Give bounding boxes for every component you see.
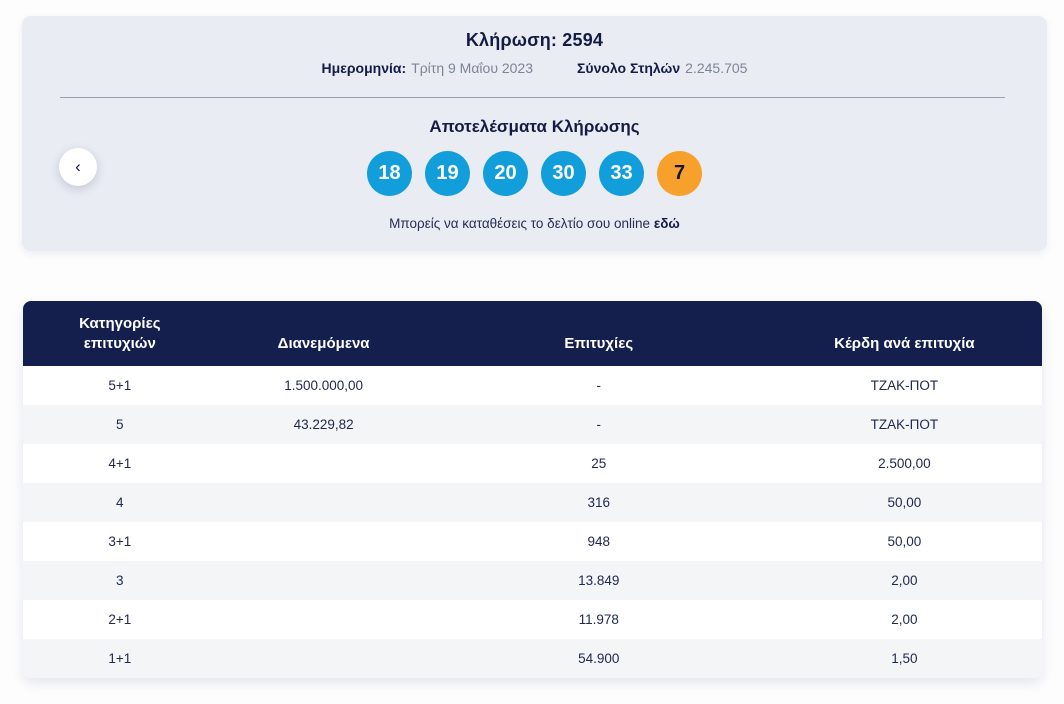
draw-summary-banner: Κλήρωση: 2594 Ημερομηνία: Τρίτη 9 Μαΐου … — [22, 16, 1047, 251]
cell-category: 3 — [116, 573, 124, 588]
total-columns-label: Σύνολο Στηλών — [577, 60, 681, 76]
cell-winners: 948 — [587, 534, 610, 549]
column-header-prize: Κέρδη ανά επιτυχία — [834, 334, 975, 352]
draw-date: Ημερομηνία: Τρίτη 9 Μαΐου 2023 — [322, 60, 533, 76]
column-header-categories: Κατηγορίες επιτυχιών — [79, 314, 161, 352]
number-ball: 30 — [541, 151, 586, 196]
cell-category: 5 — [116, 417, 124, 432]
cell-winners: 11.978 — [578, 612, 619, 627]
column-header-winners: Επιτυχίες — [564, 334, 634, 352]
cell-winners: 316 — [587, 495, 610, 510]
online-submit-note: Μπορείς να καταθέσεις το δελτίο σου onli… — [22, 216, 1047, 231]
cell-prize: 2.500,00 — [878, 456, 931, 471]
table-header-row: Κατηγορίες επιτυχιών Διανεμόμενα Επιτυχί… — [23, 301, 1042, 366]
table-row: 5+1 1.500.000,00 - ΤΖΑΚ-ΠΟΤ — [23, 366, 1042, 405]
table-row: 1+1 54.900 1,50 — [23, 639, 1042, 678]
table-body: 5+1 1.500.000,00 - ΤΖΑΚ-ΠΟΤ 5 43.229,82 … — [23, 366, 1042, 678]
cell-prize: ΤΖΑΚ-ΠΟΤ — [870, 417, 939, 432]
table-row: 2+1 11.978 2,00 — [23, 600, 1042, 639]
table-row: 3+1 948 50,00 — [23, 522, 1042, 561]
cell-category: 4+1 — [108, 456, 132, 471]
cell-category: 1+1 — [108, 651, 132, 666]
previous-draw-button[interactable]: ‹ — [59, 148, 97, 186]
number-ball: 19 — [425, 151, 470, 196]
table-row: 3 13.849 2,00 — [23, 561, 1042, 600]
online-submit-text: Μπορείς να καταθέσεις το δελτίο σου onli… — [389, 216, 651, 231]
number-ball: 33 — [599, 151, 644, 196]
winning-numbers: 18 19 20 30 33 7 — [22, 151, 1047, 196]
draw-date-label: Ημερομηνία: — [321, 60, 407, 76]
column-header-distributed: Διανεμόμενα — [277, 334, 370, 352]
cell-distributed: 1.500.000,00 — [284, 378, 364, 393]
cell-prize: ΤΖΑΚ-ΠΟΤ — [870, 378, 939, 393]
total-columns-value: 2.245.705 — [685, 60, 748, 76]
draw-date-value: Τρίτη 9 Μαΐου 2023 — [411, 60, 534, 76]
table-row: 5 43.229,82 - ΤΖΑΚ-ΠΟΤ — [23, 405, 1042, 444]
chevron-left-icon: ‹ — [75, 157, 81, 176]
total-columns: Σύνολο Στηλών 2.245.705 — [577, 60, 747, 76]
table-row: 4+1 25 2.500,00 — [23, 444, 1042, 483]
cell-prize: 2,00 — [891, 612, 918, 627]
table-row: 4 316 50,00 — [23, 483, 1042, 522]
cell-prize: 1,50 — [891, 651, 918, 666]
cell-winners: - — [596, 378, 601, 393]
cell-category: 3+1 — [108, 534, 132, 549]
cell-prize: 50,00 — [887, 534, 922, 549]
cell-winners: - — [596, 417, 601, 432]
cell-category: 5+1 — [108, 378, 132, 393]
draw-meta-row: Ημερομηνία: Τρίτη 9 Μαΐου 2023 Σύνολο Στ… — [22, 60, 1047, 76]
banner-divider — [60, 97, 1005, 98]
online-submit-link[interactable]: εδώ — [654, 216, 680, 231]
cell-distributed: 43.229,82 — [293, 417, 354, 432]
cell-prize: 2,00 — [891, 573, 918, 588]
cell-winners: 54.900 — [578, 651, 620, 666]
draw-title: Κλήρωση: 2594 — [465, 30, 604, 50]
winnings-table: Κατηγορίες επιτυχιών Διανεμόμενα Επιτυχί… — [23, 301, 1042, 678]
cell-category: 2+1 — [108, 612, 132, 627]
cell-winners: 25 — [591, 456, 607, 471]
number-ball: 20 — [483, 151, 528, 196]
joker-ball: 7 — [657, 151, 702, 196]
results-heading: Αποτελέσματα Κλήρωσης — [429, 117, 640, 136]
cell-winners: 13.849 — [578, 573, 620, 588]
number-ball: 18 — [367, 151, 412, 196]
cell-category: 4 — [116, 495, 124, 510]
cell-prize: 50,00 — [887, 495, 922, 510]
